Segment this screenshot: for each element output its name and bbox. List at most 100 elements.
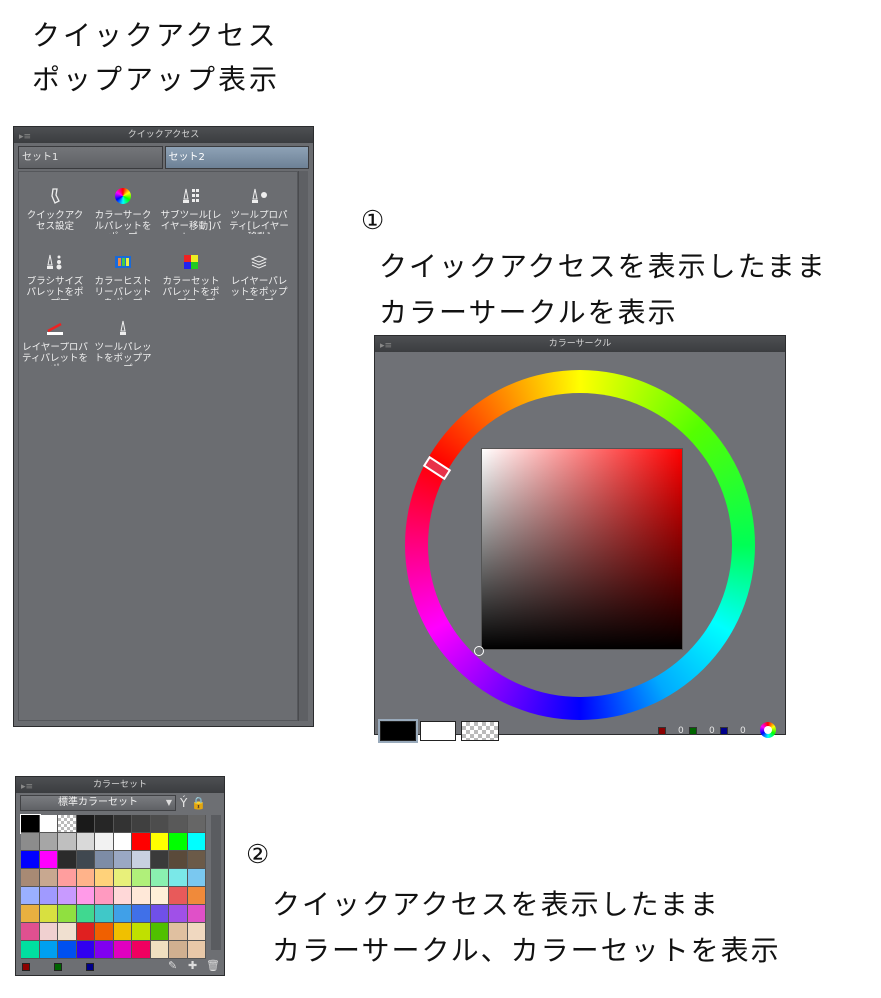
color-swatch[interactable] — [113, 833, 132, 851]
lock-icon[interactable]: 🔒 — [191, 796, 206, 810]
color-swatch[interactable] — [169, 815, 188, 833]
eyedropper-icon[interactable]: ✎ — [168, 959, 177, 972]
color-swatch[interactable] — [76, 923, 95, 941]
color-swatch[interactable] — [150, 851, 169, 869]
color-swatch[interactable] — [95, 905, 114, 923]
color-swatch[interactable] — [39, 923, 58, 941]
color-set-scrollbar[interactable] — [211, 815, 221, 950]
color-swatch[interactable] — [187, 851, 206, 869]
color-swatch[interactable] — [113, 869, 132, 887]
color-swatch[interactable] — [187, 905, 206, 923]
color-swatch[interactable] — [58, 887, 77, 905]
transparent-color-swatch[interactable] — [461, 721, 499, 741]
color-swatch[interactable] — [187, 887, 206, 905]
color-swatch[interactable] — [150, 833, 169, 851]
color-swatch[interactable] — [113, 923, 132, 941]
panel-grip-icon[interactable]: ▸≡ — [21, 779, 33, 795]
color-swatch[interactable] — [150, 923, 169, 941]
color-swatch[interactable] — [95, 833, 114, 851]
qa-item-layer-property[interactable]: レイヤープロパティパレットをポ — [21, 318, 89, 384]
color-swatch[interactable] — [169, 923, 188, 941]
color-swatch[interactable] — [95, 869, 114, 887]
color-swatch[interactable] — [21, 851, 40, 869]
wrench-icon[interactable]: Ý — [180, 796, 187, 810]
qa-item-sub-tool[interactable]: サブツール[レイヤー移動]パレッ — [157, 186, 225, 252]
color-swatch[interactable] — [76, 905, 95, 923]
tab-set-2[interactable]: セット2 — [164, 146, 309, 169]
color-swatch[interactable] — [39, 815, 58, 833]
trash-icon[interactable]: 🗑 — [206, 959, 220, 972]
qa-item-tool-property[interactable]: ツールプロパティ[レイヤー移動] — [225, 186, 293, 252]
saturation-value-square[interactable] — [481, 448, 683, 650]
color-swatch[interactable] — [169, 905, 188, 923]
color-swatch[interactable] — [58, 869, 77, 887]
color-swatch[interactable] — [132, 923, 151, 941]
qa-item-color-set[interactable]: カラーセットパレットをポップアップ — [157, 252, 225, 318]
color-swatch[interactable] — [95, 923, 114, 941]
color-circle-titlebar[interactable]: ▸≡ カラーサークル — [375, 336, 785, 352]
color-swatch[interactable] — [39, 851, 58, 869]
qa-item-color-circle[interactable]: カラーサークルパレットをポップ — [89, 186, 157, 252]
color-mode-icon[interactable] — [760, 722, 776, 738]
color-swatch[interactable] — [95, 815, 114, 833]
color-swatch[interactable] — [132, 869, 151, 887]
color-swatch[interactable] — [150, 815, 169, 833]
qa-item-layer[interactable]: レイヤーパレットをポップアップ — [225, 252, 293, 318]
color-swatch[interactable] — [58, 851, 77, 869]
color-swatch[interactable] — [39, 905, 58, 923]
add-color-icon[interactable]: ✚ — [188, 959, 197, 972]
color-swatch[interactable] — [113, 815, 132, 833]
color-swatch[interactable] — [95, 851, 114, 869]
color-swatch[interactable] — [187, 833, 206, 851]
color-swatch[interactable] — [20, 814, 41, 834]
color-swatch[interactable] — [21, 869, 40, 887]
color-swatch[interactable] — [21, 923, 40, 941]
main-color-swatch[interactable] — [378, 719, 418, 743]
color-swatch[interactable] — [150, 887, 169, 905]
color-swatch[interactable] — [39, 869, 58, 887]
color-swatch[interactable] — [132, 905, 151, 923]
color-swatch[interactable] — [58, 815, 77, 833]
quick-access-titlebar[interactable]: ▸≡ クイックアクセス — [14, 127, 313, 143]
color-set-titlebar[interactable]: ▸≡ カラーセット — [16, 777, 224, 793]
color-swatch[interactable] — [39, 887, 58, 905]
color-swatch[interactable] — [76, 887, 95, 905]
color-swatch[interactable] — [21, 887, 40, 905]
color-swatch[interactable] — [187, 923, 206, 941]
color-swatch[interactable] — [21, 833, 40, 851]
color-swatch[interactable] — [76, 869, 95, 887]
color-swatch[interactable] — [76, 815, 95, 833]
color-swatch[interactable] — [132, 833, 151, 851]
color-swatch[interactable] — [39, 833, 58, 851]
color-swatch[interactable] — [150, 905, 169, 923]
qa-item-brush-size[interactable]: ブラシサイズパレットをポップア — [21, 252, 89, 318]
color-set-select[interactable]: 標準カラーセット ▼ — [20, 795, 176, 811]
color-swatch[interactable] — [169, 833, 188, 851]
color-swatch[interactable] — [113, 887, 132, 905]
color-swatch[interactable] — [169, 851, 188, 869]
color-swatch[interactable] — [150, 869, 169, 887]
color-swatch[interactable] — [58, 833, 77, 851]
color-swatch[interactable] — [58, 905, 77, 923]
color-swatch[interactable] — [76, 833, 95, 851]
color-swatch[interactable] — [132, 815, 151, 833]
color-swatch[interactable] — [132, 851, 151, 869]
qa-item-tool-palette[interactable]: ツールパレットをポップアップ — [89, 318, 157, 384]
color-swatch[interactable] — [187, 869, 206, 887]
color-swatch[interactable] — [132, 887, 151, 905]
color-swatch[interactable] — [95, 887, 114, 905]
color-swatch[interactable] — [21, 905, 40, 923]
quick-access-scrollbar[interactable] — [298, 171, 308, 721]
color-swatch[interactable] — [76, 851, 95, 869]
color-swatch[interactable] — [169, 887, 188, 905]
qa-item-color-history[interactable]: カラーヒストリーパレットをポップ — [89, 252, 157, 318]
color-swatch[interactable] — [113, 905, 132, 923]
saturation-value-marker[interactable] — [474, 646, 484, 656]
color-swatch[interactable] — [169, 869, 188, 887]
qa-item-settings[interactable]: クイックアクセス設定 — [21, 186, 89, 252]
color-swatch[interactable] — [187, 815, 206, 833]
panel-grip-icon[interactable]: ▸≡ — [19, 129, 31, 145]
color-swatch[interactable] — [113, 851, 132, 869]
tab-set-1[interactable]: セット1 — [18, 146, 163, 169]
sub-color-swatch[interactable] — [420, 721, 456, 741]
